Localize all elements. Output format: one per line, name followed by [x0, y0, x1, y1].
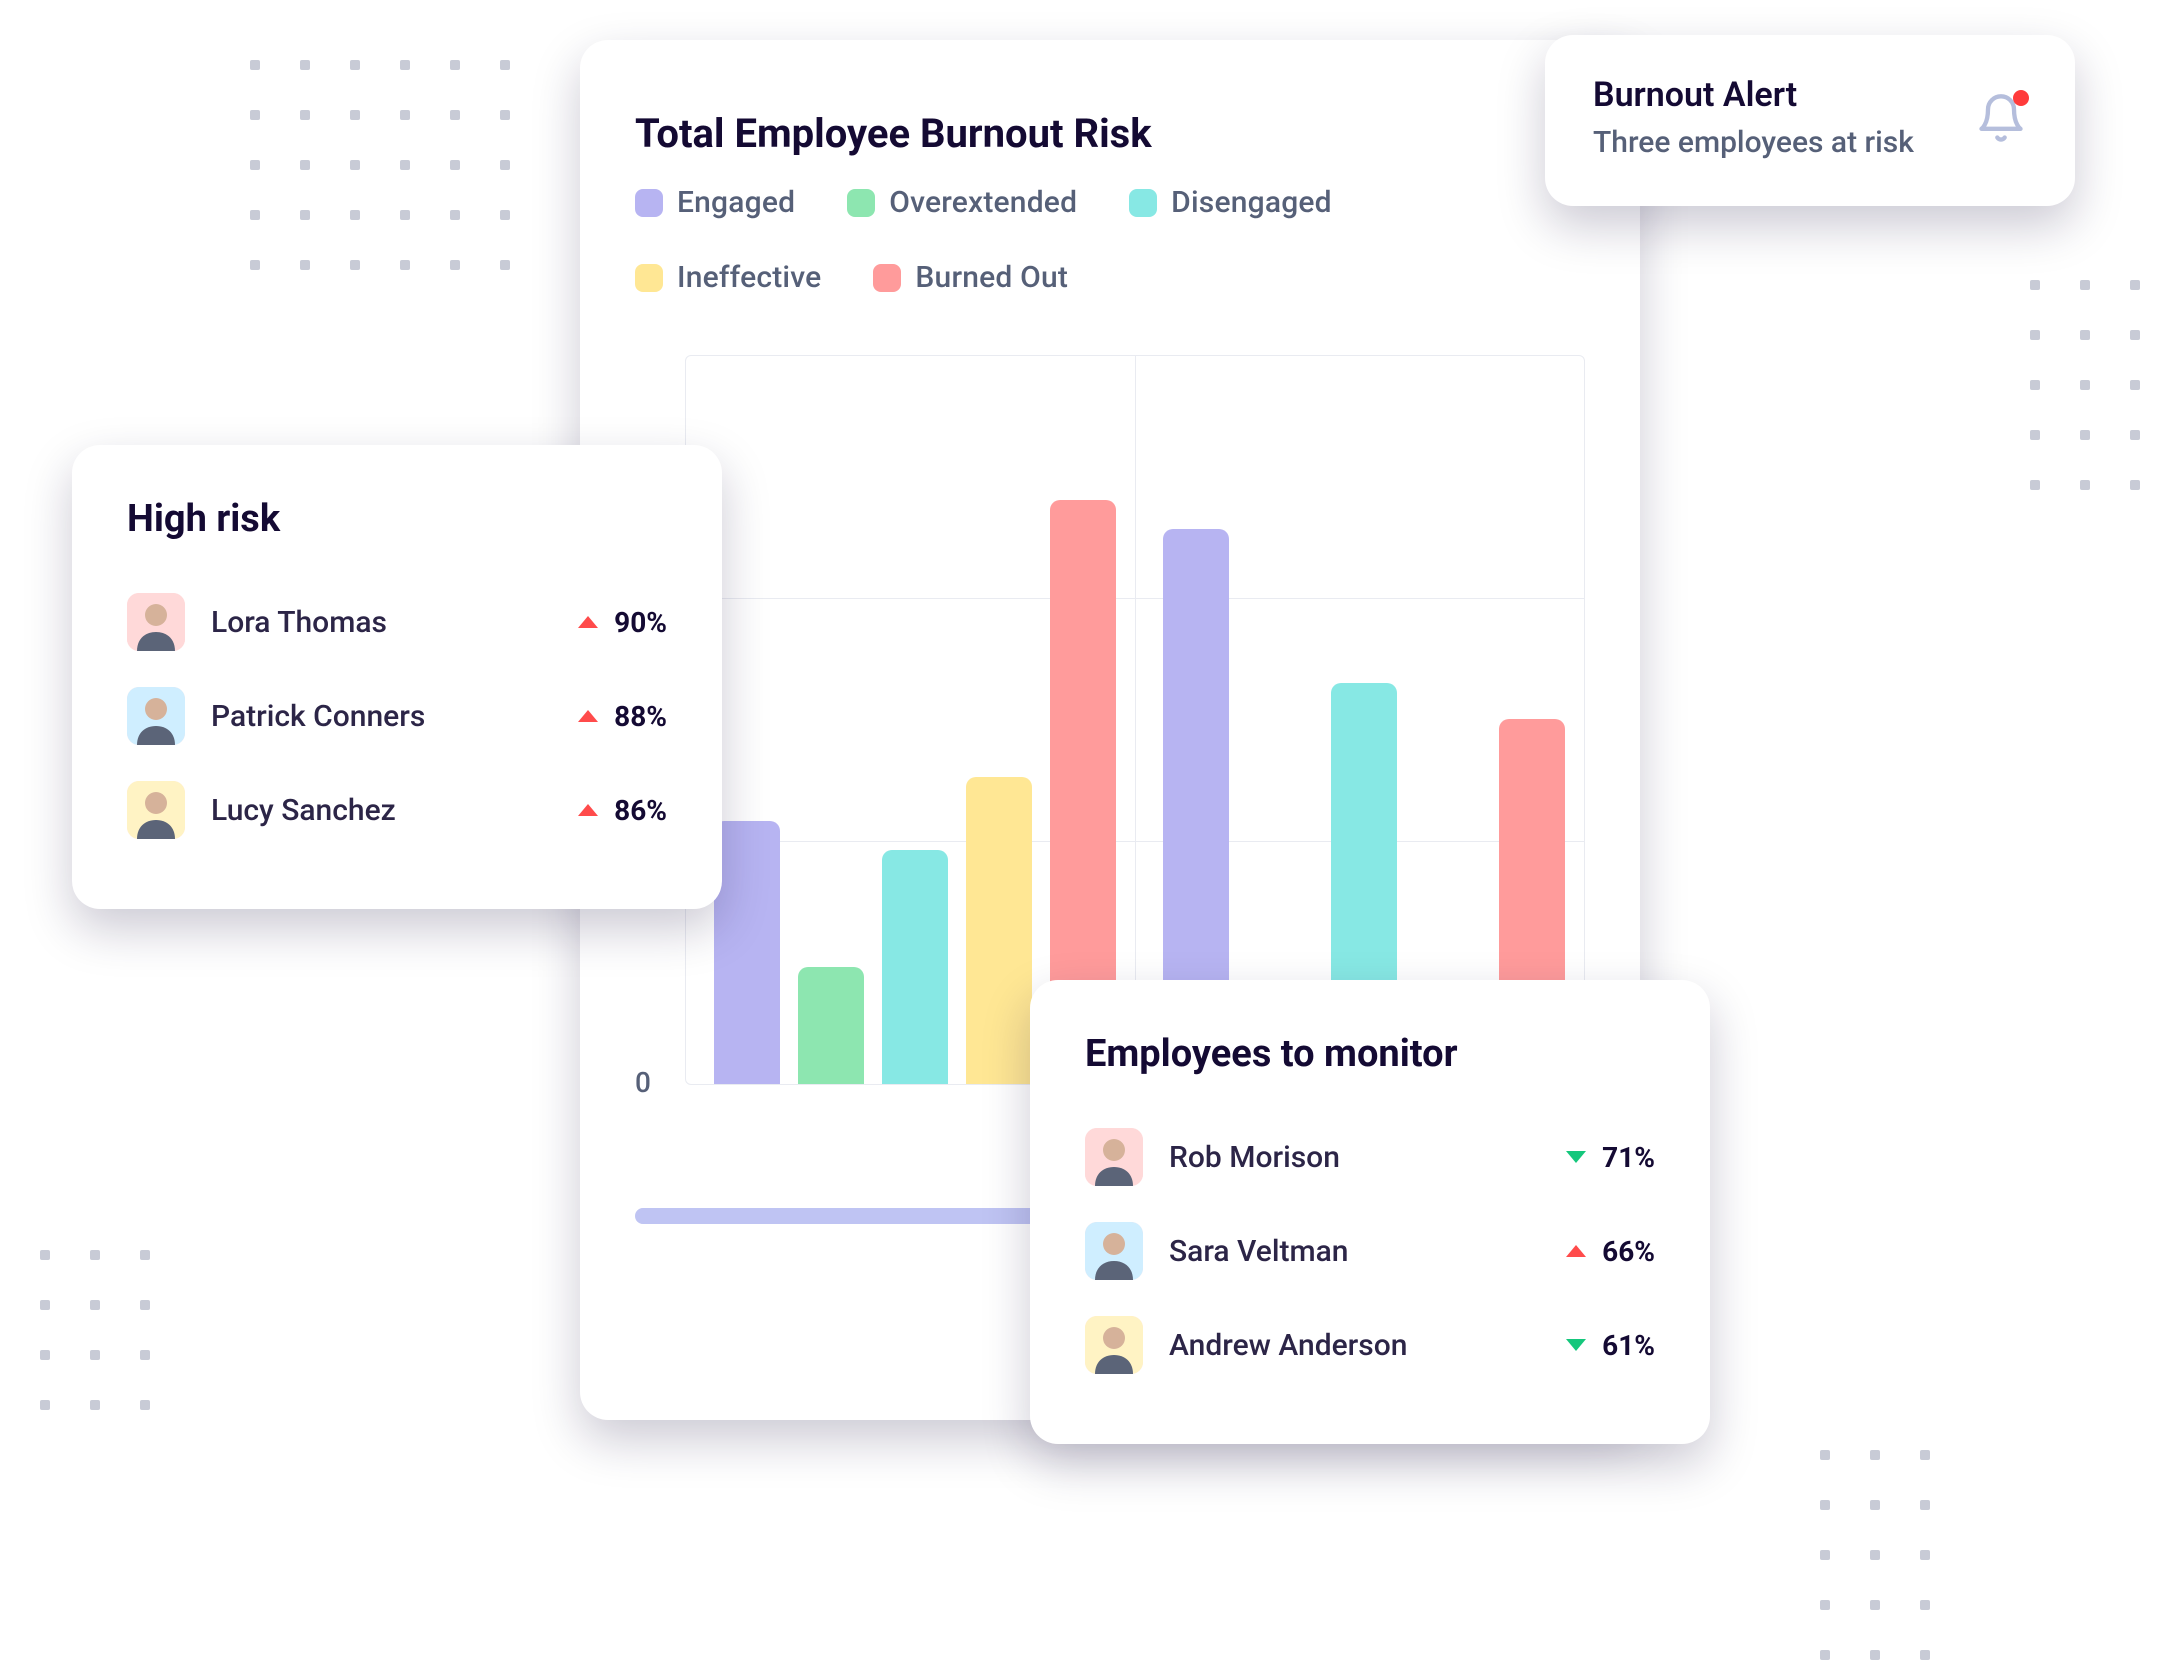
bar[interactable] [882, 850, 948, 1084]
legend-swatch [635, 264, 663, 292]
risk-percent: 66% [1602, 1235, 1655, 1268]
legend-swatch [847, 189, 875, 217]
bar[interactable] [798, 967, 864, 1084]
employee-name: Rob Morison [1169, 1140, 1340, 1175]
burnout-alert-card[interactable]: Burnout Alert Three employees at risk [1545, 35, 2075, 206]
chart-title: Total Employee Burnout Risk [635, 110, 1585, 157]
y-axis-zero: 0 [635, 1066, 651, 1099]
trend-up-icon [1566, 1245, 1586, 1257]
avatar [1085, 1128, 1143, 1186]
trend-down-icon [1566, 1151, 1586, 1163]
legend-swatch [635, 189, 663, 217]
legend-label: Engaged [677, 185, 795, 220]
legend-item[interactable]: Ineffective [635, 260, 821, 295]
legend-item[interactable]: Disengaged [1129, 185, 1332, 220]
trend-up-icon [578, 616, 598, 628]
legend-label: Overextended [889, 185, 1077, 220]
legend-label: Burned Out [915, 260, 1068, 295]
monitor-card: Employees to monitor Rob Morison 71% Sar… [1030, 980, 1710, 1444]
avatar [127, 781, 185, 839]
legend-item[interactable]: Burned Out [873, 260, 1068, 295]
legend-label: Disengaged [1171, 185, 1332, 220]
alert-subtitle: Three employees at risk [1593, 125, 1914, 160]
list-item[interactable]: Patrick Conners 88% [127, 669, 667, 763]
list-item[interactable]: Lucy Sanchez 86% [127, 763, 667, 857]
legend-swatch [873, 264, 901, 292]
risk-percent: 61% [1602, 1329, 1655, 1362]
list-item[interactable]: Sara Veltman 66% [1085, 1204, 1655, 1298]
list-item[interactable]: Lora Thomas 90% [127, 575, 667, 669]
decorative-dots [2030, 280, 2140, 490]
list-item[interactable]: Rob Morison 71% [1085, 1110, 1655, 1204]
monitor-title: Employees to monitor [1085, 1032, 1655, 1076]
risk-percent: 86% [614, 794, 667, 827]
high-risk-card: High risk Lora Thomas 90% Patrick Conner… [72, 445, 722, 909]
list-item[interactable]: Andrew Anderson 61% [1085, 1298, 1655, 1392]
decorative-dots [250, 60, 510, 270]
trend-down-icon [1566, 1339, 1586, 1351]
decorative-dots [1820, 1450, 1930, 1660]
risk-percent: 90% [614, 606, 667, 639]
employee-name: Patrick Conners [211, 699, 425, 734]
risk-percent: 71% [1602, 1141, 1655, 1174]
employee-name: Sara Veltman [1169, 1234, 1348, 1269]
alert-title: Burnout Alert [1593, 75, 1914, 115]
bar[interactable] [714, 821, 780, 1084]
bell-icon [1975, 92, 2027, 144]
chart-legend: Engaged Overextended Disengaged Ineffect… [635, 185, 1585, 295]
high-risk-title: High risk [127, 497, 667, 541]
employee-name: Lucy Sanchez [211, 793, 396, 828]
trend-up-icon [578, 804, 598, 816]
employee-name: Lora Thomas [211, 605, 387, 640]
avatar [1085, 1316, 1143, 1374]
avatar [1085, 1222, 1143, 1280]
bar[interactable] [966, 777, 1032, 1084]
legend-swatch [1129, 189, 1157, 217]
bar-chart [685, 355, 1585, 1085]
avatar [127, 593, 185, 651]
legend-item[interactable]: Overextended [847, 185, 1077, 220]
decorative-dots [40, 1250, 150, 1410]
employee-name: Andrew Anderson [1169, 1328, 1407, 1363]
legend-item[interactable]: Engaged [635, 185, 795, 220]
legend-label: Ineffective [677, 260, 821, 295]
trend-up-icon [578, 710, 598, 722]
risk-percent: 88% [614, 700, 667, 733]
avatar [127, 687, 185, 745]
